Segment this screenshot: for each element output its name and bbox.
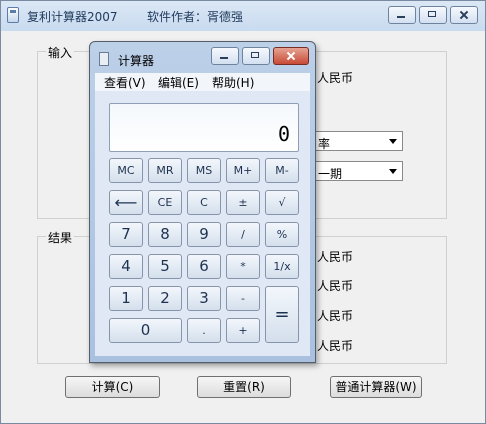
rate-type-value: 率 <box>318 137 331 151</box>
menu-edit[interactable]: 编辑(E) <box>158 74 199 91</box>
calc-close-button[interactable] <box>273 47 309 65</box>
key-m-minus[interactable]: M- <box>265 158 299 183</box>
key-reciprocal[interactable]: 1/x <box>265 254 299 279</box>
main-close-button[interactable] <box>450 6 478 24</box>
result-unit-label: 人民币 <box>317 339 354 353</box>
minimize-icon <box>389 7 415 23</box>
input-unit-label: 人民币 <box>317 71 354 85</box>
display-value: 0 <box>277 122 290 146</box>
key-equals[interactable]: = <box>265 286 299 343</box>
menu-view[interactable]: 查看(V) <box>104 74 146 91</box>
result-unit-label: 人民币 <box>317 309 354 323</box>
normal-calculator-button[interactable]: 普通计算器(W) <box>330 376 422 398</box>
close-icon <box>451 7 477 23</box>
chevron-down-icon[interactable] <box>384 132 402 150</box>
maximize-icon <box>243 48 269 64</box>
calc-maximize-button[interactable] <box>242 47 270 65</box>
key-ce[interactable]: CE <box>148 190 182 215</box>
key-divide[interactable]: / <box>226 222 260 247</box>
result-unit-label: 人民币 <box>317 250 354 264</box>
key-plus-minus[interactable]: ± <box>226 190 260 215</box>
key-7[interactable]: 7 <box>109 222 143 247</box>
period-select[interactable]: 一期 <box>313 161 403 181</box>
main-window-title: 复利计算器2007 <box>27 10 118 24</box>
key-4[interactable]: 4 <box>109 254 143 279</box>
main-minimize-button[interactable] <box>388 6 416 24</box>
key-9[interactable]: 9 <box>187 222 221 247</box>
calc-minimize-button[interactable] <box>211 47 239 65</box>
rate-type-select[interactable]: 率 <box>313 131 403 151</box>
key-add[interactable]: + <box>226 318 260 343</box>
key-mr[interactable]: MR <box>148 158 182 183</box>
result-group-legend: 结果 <box>46 229 75 246</box>
app-icon <box>7 7 19 23</box>
key-1[interactable]: 1 <box>109 286 143 311</box>
key-c[interactable]: C <box>187 190 221 215</box>
main-maximize-button[interactable] <box>419 6 447 24</box>
key-ms[interactable]: MS <box>187 158 221 183</box>
calculator-title: 计算器 <box>118 54 155 68</box>
calculator-menubar: 查看(V) 编辑(E) 帮助(H) <box>95 73 310 91</box>
calculator-icon <box>99 52 109 66</box>
key-m-plus[interactable]: M+ <box>226 158 260 183</box>
key-sqrt[interactable]: √ <box>265 190 299 215</box>
main-titlebar[interactable]: 复利计算器2007 软件作者：胥德强 <box>1 1 485 31</box>
key-mc[interactable]: MC <box>109 158 143 183</box>
calculate-button[interactable]: 计算(C) <box>65 376 160 398</box>
main-window-author: 软件作者：胥德强 <box>147 10 244 24</box>
close-icon <box>274 48 308 64</box>
minimize-icon <box>212 48 238 64</box>
key-subtract[interactable]: - <box>226 286 260 311</box>
key-3[interactable]: 3 <box>187 286 221 311</box>
reset-button[interactable]: 重置(R) <box>197 376 291 398</box>
calculator-body: 查看(V) 编辑(E) 帮助(H) 0 MC MR MS M+ M- ⟵ CE … <box>95 73 310 356</box>
maximize-icon <box>420 7 446 23</box>
result-unit-label: 人民币 <box>317 279 354 293</box>
key-6[interactable]: 6 <box>187 254 221 279</box>
chevron-down-icon[interactable] <box>384 162 402 180</box>
period-value: 一期 <box>318 167 343 181</box>
key-decimal[interactable]: . <box>187 318 221 343</box>
calculator-display: 0 <box>109 103 299 152</box>
key-5[interactable]: 5 <box>148 254 182 279</box>
key-2[interactable]: 2 <box>148 286 182 311</box>
menu-help[interactable]: 帮助(H) <box>212 74 254 91</box>
key-backspace[interactable]: ⟵ <box>109 190 143 215</box>
key-8[interactable]: 8 <box>148 222 182 247</box>
input-group-legend: 输入 <box>46 44 75 61</box>
key-multiply[interactable]: * <box>226 254 260 279</box>
calculator-window: 计算器 查看(V) 编辑(E) 帮助(H) 0 MC MR MS M+ M- ⟵… <box>89 41 316 363</box>
key-0[interactable]: 0 <box>109 318 182 343</box>
key-percent[interactable]: % <box>265 222 299 247</box>
